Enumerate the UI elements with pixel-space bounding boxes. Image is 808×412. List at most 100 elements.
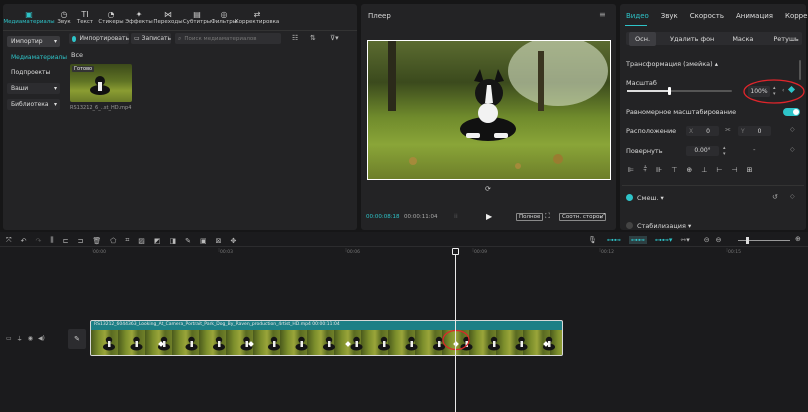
- rotate-handle-icon[interactable]: ⟳: [485, 185, 491, 193]
- tool-media[interactable]: ▣ Медиаматериалы: [3, 6, 55, 28]
- subtab-basic[interactable]: Осн.: [629, 31, 657, 46]
- track-audio-icon[interactable]: ◀): [38, 335, 45, 342]
- chevron-down-icon: ▾: [53, 85, 57, 92]
- pos-x-field[interactable]: X0: [686, 126, 719, 136]
- import-button[interactable]: Импортировать: [69, 33, 129, 44]
- rotate-stepper-icon[interactable]: ▴ ▾: [723, 145, 726, 157]
- blend-checkbox[interactable]: [626, 194, 633, 201]
- track-visibility-icon[interactable]: ◉: [28, 335, 33, 342]
- snap-icon[interactable]: ⊶⊷: [628, 236, 647, 244]
- position-keyframe-icon[interactable]: ◇: [790, 126, 795, 133]
- flip-v-icon[interactable]: ⊣: [731, 166, 737, 174]
- align-center-h-icon[interactable]: ⫩: [643, 165, 647, 174]
- timecode-icon[interactable]: ⁞⁞: [454, 213, 458, 220]
- rotate-field[interactable]: 0.00°: [686, 146, 719, 156]
- mic-icon[interactable]: 🎙: [588, 236, 597, 244]
- full-button[interactable]: Полное: [516, 213, 544, 221]
- zoom-in-icon[interactable]: ⊕: [795, 235, 801, 243]
- link-icon[interactable]: ⫘: [725, 126, 730, 134]
- aspect-ratio-button[interactable]: Соотн. сторон: [559, 213, 606, 221]
- select-tool-icon[interactable]: ⤧: [6, 236, 12, 245]
- tab-speed[interactable]: Скорость: [690, 12, 724, 20]
- align-right-icon[interactable]: ⊪: [656, 166, 662, 174]
- tool-filters[interactable]: ◎ Фильтры: [211, 6, 237, 28]
- tool-adjust[interactable]: ⇄ Корректировка: [235, 6, 280, 28]
- subtab-remove-bg[interactable]: Удалить фон: [670, 35, 714, 43]
- scale-slider[interactable]: [627, 87, 732, 95]
- filter-icon[interactable]: ⊽▾: [330, 34, 339, 42]
- magic-icon[interactable]: ✎: [185, 237, 191, 245]
- blend-keyframe-icon[interactable]: ◇: [790, 193, 795, 200]
- zoom-slider[interactable]: [738, 237, 790, 244]
- sidebar-item-media[interactable]: Медиаматериалы: [7, 52, 67, 63]
- captions-icon[interactable]: ▣: [200, 237, 207, 245]
- mirror-icon[interactable]: ▨: [138, 237, 145, 245]
- tab-audio[interactable]: Звук: [661, 12, 678, 20]
- track-cover-icon[interactable]: ▭: [6, 335, 12, 342]
- tab-video[interactable]: Видео: [626, 12, 649, 20]
- tool-text[interactable]: TI Текст: [73, 6, 97, 28]
- scroll-track[interactable]: [799, 60, 801, 80]
- tab-animation[interactable]: Анимация: [736, 12, 773, 20]
- cover-button[interactable]: ✎: [68, 329, 86, 349]
- ai-icon[interactable]: ⊠: [216, 237, 222, 245]
- zoom-slider-thumb[interactable]: [746, 237, 749, 244]
- import-side-button[interactable]: Импортир ▾: [7, 36, 60, 47]
- tool-effects[interactable]: ✦ Эффекты: [125, 6, 153, 28]
- record-button[interactable]: ▭ Записать: [131, 33, 171, 44]
- track-lock-icon[interactable]: ⏚: [17, 334, 23, 343]
- keyframe-marker[interactable]: [345, 341, 351, 347]
- ruler-label: 00:03: [220, 250, 233, 255]
- crop-icon[interactable]: ⌗: [125, 236, 129, 245]
- zoom-out-icon[interactable]: ⊖: [716, 236, 722, 244]
- playhead-handle[interactable]: [452, 248, 459, 255]
- uniform-scale-toggle[interactable]: [783, 108, 800, 116]
- play-icon[interactable]: ▶: [486, 212, 492, 221]
- scale-slider-thumb[interactable]: [668, 87, 671, 95]
- inspector-divider: [622, 185, 804, 186]
- split-right-icon[interactable]: ⊐: [77, 237, 83, 245]
- grid-view-icon[interactable]: ☷: [292, 34, 298, 42]
- subtab-retouch[interactable]: Ретушь: [773, 35, 798, 43]
- search-input[interactable]: ⌕ Поиск медиаматериалов: [175, 33, 281, 44]
- subtab-mask[interactable]: Маска: [732, 35, 753, 43]
- pos-y-field[interactable]: Y0: [738, 126, 771, 136]
- video-clip[interactable]: RS13212_6044363_Looking_At_Camera_Portra…: [90, 320, 563, 356]
- align-top-icon[interactable]: ⊤: [671, 166, 677, 174]
- main-track-link-icon[interactable]: ⊶⊷: [607, 236, 621, 244]
- preview-axis-icon[interactable]: ⇿▾: [680, 236, 689, 244]
- align-bottom-icon[interactable]: ⊥: [701, 166, 707, 174]
- reverse-icon[interactable]: ◨: [170, 237, 177, 245]
- tool-subtitles[interactable]: ▤ Субтитры: [183, 6, 211, 28]
- undo-icon[interactable]: ↶: [21, 237, 27, 245]
- split-icon[interactable]: ⫼: [50, 236, 53, 245]
- blend-label: Смеш. ▾: [637, 194, 664, 202]
- tool-stickers[interactable]: ◔ Стикеры: [97, 6, 125, 28]
- align-left-icon[interactable]: ⊫: [628, 166, 634, 174]
- delete-icon[interactable]: 🗑: [92, 237, 101, 245]
- stabilize-checkbox[interactable]: [626, 222, 633, 229]
- link-clips-icon[interactable]: ⊶⊷▾: [655, 236, 673, 244]
- blend-reset-icon[interactable]: ↺: [772, 193, 778, 201]
- flip-h-icon[interactable]: ⊢: [716, 166, 722, 174]
- sidebar-item-library[interactable]: Библиотека ▾: [7, 99, 60, 110]
- rotate-keyframe-icon[interactable]: ◇: [790, 146, 795, 153]
- split-left-icon[interactable]: ⊏: [63, 237, 69, 245]
- expand-icon[interactable]: ⤢: [600, 212, 606, 221]
- effect-icon[interactable]: ✥: [231, 237, 237, 245]
- redo-icon[interactable]: ↷: [35, 237, 41, 245]
- tool-transitions[interactable]: ⋈ Переходы: [153, 6, 183, 28]
- fullscreen-icon[interactable]: ⛶: [545, 212, 550, 221]
- fit-icon[interactable]: ⊞: [747, 166, 753, 174]
- sidebar-item-yours[interactable]: Ваши ▾: [7, 83, 60, 94]
- media-thumbnail[interactable]: Готово: [70, 64, 132, 102]
- fit-timeline-icon[interactable]: ⊝: [704, 236, 710, 244]
- align-center-v-icon[interactable]: ⊕: [686, 166, 692, 174]
- tab-adjust[interactable]: Корре: [785, 12, 807, 20]
- sort-icon[interactable]: ⇅: [310, 34, 316, 42]
- mark-icon[interactable]: ⬠: [110, 237, 116, 245]
- player-menu-icon[interactable]: ≡: [599, 10, 606, 19]
- tool-audio[interactable]: ◷ Звук: [55, 6, 73, 28]
- sidebar-item-subprojects[interactable]: Подпроекты: [7, 67, 60, 78]
- freeze-icon[interactable]: ◩: [154, 237, 161, 245]
